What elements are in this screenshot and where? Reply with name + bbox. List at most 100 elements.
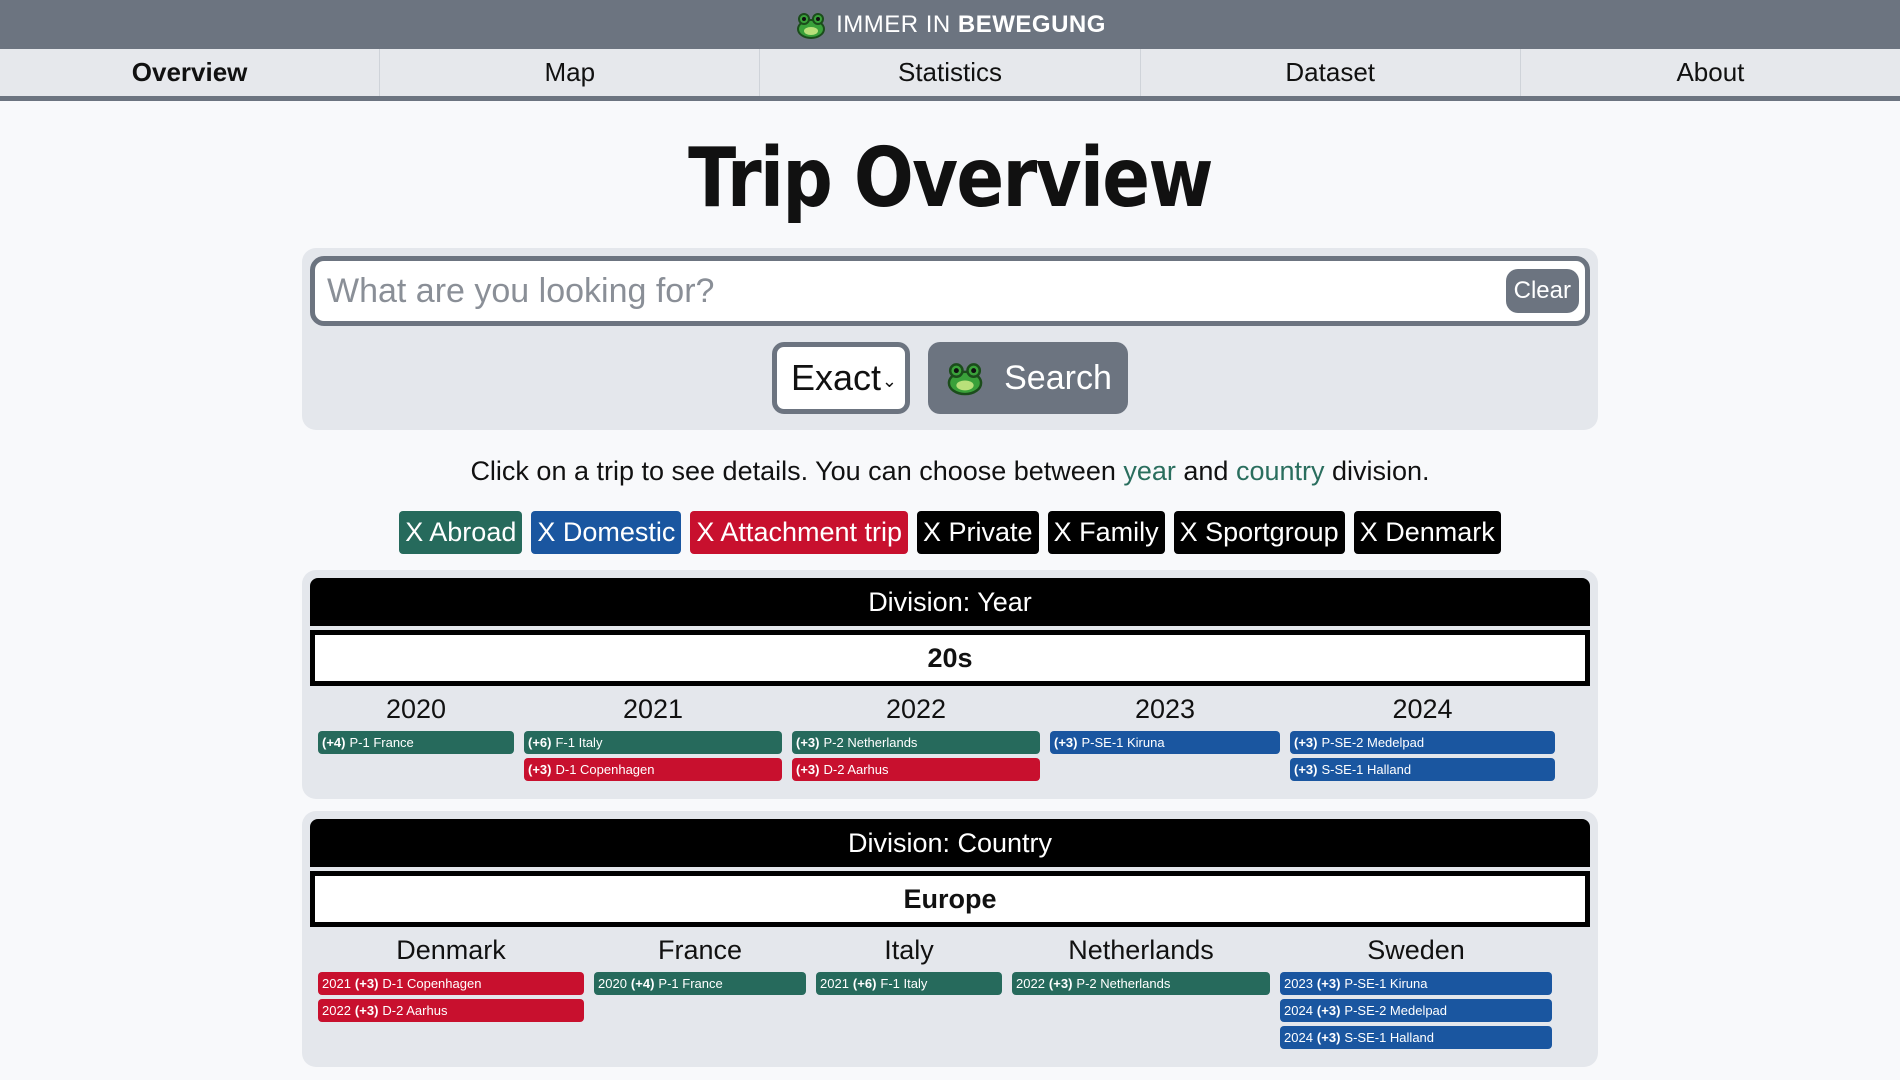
filter-abroad[interactable]: X Abroad [399, 511, 523, 554]
search-panel: Clear Exact ⌄ Search [302, 248, 1598, 430]
hint-after: division. [1324, 456, 1430, 486]
trip-item[interactable]: (+3) D-2 Aarhus [792, 758, 1040, 781]
trip-count: (+3) [528, 762, 552, 777]
trip-item[interactable]: (+4) P-1 France [318, 731, 514, 754]
trip-count: (+3) [796, 735, 820, 750]
continent-group-header: Europe [310, 871, 1590, 927]
search-button-label: Search [1004, 358, 1112, 397]
search-input[interactable] [327, 271, 1506, 311]
brand-name[interactable]: IMMER IN BEWEGUNG [836, 11, 1106, 39]
filter-attachment-trip[interactable]: X Attachment trip [690, 511, 909, 554]
trip-item[interactable]: 2022 (+3) D-2 Aarhus [318, 999, 584, 1022]
division-column: France 2020 (+4) P-1 France [594, 935, 806, 1053]
division-column: 2020 (+4) P-1 France [318, 694, 514, 785]
page-title: Trip Overview [688, 131, 1213, 226]
tab-about[interactable]: About [1521, 49, 1900, 96]
filter-domestic[interactable]: X Domestic [531, 511, 682, 554]
year-division: Division: Year 20s 2020 (+4) P-1 France 202… [302, 570, 1598, 799]
trip-count: (+6) [852, 976, 877, 991]
trip-year: 2021 [322, 976, 351, 991]
instructions-text: Click on a trip to see details. You can … [0, 456, 1900, 487]
filter-family[interactable]: X Family [1047, 511, 1165, 554]
trip-item[interactable]: 2024 (+3) S-SE-1 Halland [1280, 1026, 1552, 1049]
trip-label: F-1 Italy [555, 735, 603, 750]
trip-label: P-2 Netherlands [823, 735, 918, 750]
country-division: Division: Country Europe Denmark 2021 (+3)… [302, 811, 1598, 1067]
country-division-link[interactable]: country [1236, 456, 1325, 486]
top-banner: IMMER IN BEWEGUNG [0, 0, 1900, 49]
trip-item[interactable]: 2020 (+4) P-1 France [594, 972, 806, 995]
hint-mid: and [1175, 456, 1236, 486]
trip-year: 2024 [1284, 1030, 1313, 1045]
division-column: 2024 (+3) P-SE-2 Medelpad (+3) S-SE-1 Hallan… [1290, 694, 1555, 785]
year-columns: 2020 (+4) P-1 France 2021 (+6) F-1 Italy (+3) D… [310, 694, 1590, 785]
trip-item[interactable]: (+3) P-SE-1 Kiruna [1050, 731, 1280, 754]
trip-count: (+3) [354, 976, 379, 991]
division-column: 2022 (+3) P-2 Netherlands (+3) D-2 Aarhus [792, 694, 1040, 785]
filter-sportgroup[interactable]: X Sportgroup [1173, 511, 1345, 554]
trip-item[interactable]: (+6) F-1 Italy [524, 731, 782, 754]
tab-overview[interactable]: Overview [0, 49, 381, 96]
search-button[interactable]: Search [928, 342, 1128, 414]
search-field-wrapper: Clear [310, 256, 1590, 326]
tab-dataset[interactable]: Dataset [1141, 49, 1521, 96]
trip-count: (+3) [1316, 1003, 1341, 1018]
trip-item[interactable]: (+3) S-SE-1 Halland [1290, 758, 1555, 781]
search-controls: Exact ⌄ Search [310, 342, 1590, 414]
trip-label: D-2 Aarhus [382, 1003, 448, 1018]
trip-item[interactable]: 2022 (+3) P-2 Netherlands [1012, 972, 1270, 995]
division-column: Denmark 2021 (+3) D-1 Copenhagen 2022 (+3) D-2… [318, 935, 584, 1053]
trip-count: (+6) [528, 735, 552, 750]
trip-label: P-SE-1 Kiruna [1081, 735, 1165, 750]
main-nav: Overview Map Statistics Dataset About [0, 49, 1900, 101]
trip-count: (+3) [1294, 735, 1318, 750]
column-heading: 2020 [385, 694, 447, 724]
column-heading: 2021 [622, 694, 684, 724]
trip-label: D-1 Copenhagen [382, 976, 482, 991]
trip-count: (+3) [796, 762, 820, 777]
match-mode-select[interactable]: Exact ⌄ [772, 342, 910, 414]
column-heading: Denmark [396, 935, 506, 965]
year-division-header: Division: Year [310, 578, 1590, 626]
frog-logo-icon [794, 10, 828, 40]
column-heading: Italy [884, 935, 934, 965]
filter-chips: X Abroad X Domestic X Attachment trip X … [0, 511, 1900, 554]
clear-button[interactable]: Clear [1505, 269, 1579, 313]
trip-label: D-1 Copenhagen [555, 762, 655, 777]
tab-map[interactable]: Map [380, 49, 761, 96]
trip-label: S-SE-1 Halland [1344, 1030, 1435, 1045]
trip-year: 2023 [1284, 976, 1313, 991]
tab-statistics[interactable]: Statistics [760, 49, 1141, 96]
trip-item[interactable]: 2021 (+6) F-1 Italy [816, 972, 1002, 995]
chevron-down-icon: ⌄ [881, 371, 897, 391]
filter-private[interactable]: X Private [917, 511, 1039, 554]
year-division-link[interactable]: year [1123, 456, 1176, 486]
trip-label: D-2 Aarhus [823, 762, 889, 777]
trip-count: (+3) [1316, 976, 1341, 991]
trip-item[interactable]: 2021 (+3) D-1 Copenhagen [318, 972, 584, 995]
trip-count: (+3) [354, 1003, 379, 1018]
division-column: Netherlands 2022 (+3) P-2 Netherlands [1012, 935, 1270, 1053]
trip-year: 2022 [322, 1003, 351, 1018]
trip-count: (+3) [1294, 762, 1318, 777]
trip-label: P-SE-2 Medelpad [1344, 1003, 1448, 1018]
trip-label: P-SE-1 Kiruna [1344, 976, 1428, 991]
trip-item[interactable]: (+3) P-SE-2 Medelpad [1290, 731, 1555, 754]
trip-count: (+4) [322, 735, 346, 750]
division-column: 2021 (+6) F-1 Italy (+3) D-1 Copenhagen [524, 694, 782, 785]
trip-year: 2020 [598, 976, 627, 991]
brand-prefix: IMMER IN [836, 10, 951, 38]
filter-denmark[interactable]: X Denmark [1353, 511, 1501, 554]
country-columns: Denmark 2021 (+3) D-1 Copenhagen 2022 (+3) D-2… [310, 935, 1590, 1053]
division-column: 2023 (+3) P-SE-1 Kiruna [1050, 694, 1280, 785]
trip-item[interactable]: 2024 (+3) P-SE-2 Medelpad [1280, 999, 1552, 1022]
trip-label: P-1 France [658, 976, 723, 991]
trip-item[interactable]: (+3) D-1 Copenhagen [524, 758, 782, 781]
trip-year: 2022 [1016, 976, 1045, 991]
trip-item[interactable]: (+3) P-2 Netherlands [792, 731, 1040, 754]
trip-count: (+3) [1316, 1030, 1341, 1045]
column-heading: Sweden [1367, 935, 1465, 965]
trip-count: (+4) [630, 976, 655, 991]
column-heading: 2024 [1392, 694, 1453, 724]
trip-item[interactable]: 2023 (+3) P-SE-1 Kiruna [1280, 972, 1552, 995]
